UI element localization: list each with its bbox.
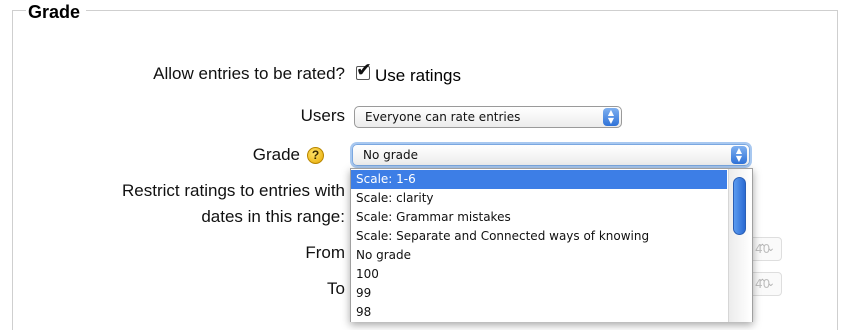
- grade-option[interactable]: Scale: Grammar mistakes: [351, 208, 727, 227]
- select-arrows-icon: ⌃⌄: [758, 278, 775, 289]
- grade-option[interactable]: 99: [351, 284, 727, 303]
- fieldset-legend: Grade: [26, 1, 87, 23]
- users-select[interactable]: Everyone can rate entries ▲ ▼: [354, 106, 622, 128]
- allow-ratings-label: Allow entries to be rated?: [153, 64, 345, 83]
- dropdown-scrollbar[interactable]: [728, 169, 751, 322]
- restrict-ratings-label-line2: dates in this range:: [201, 207, 345, 226]
- grade-select[interactable]: No grade ▲ ▼: [352, 144, 750, 166]
- grade-option[interactable]: Scale: 1-6: [351, 170, 727, 189]
- grade-option[interactable]: 100: [351, 265, 727, 284]
- grade-option[interactable]: Scale: Separate and Connected ways of kn…: [351, 227, 727, 246]
- checkmark-icon: ✔: [356, 59, 372, 81]
- select-arrows-icon: ▲ ▼: [731, 146, 747, 164]
- grade-option[interactable]: 98: [351, 303, 727, 322]
- grade-options: Scale: 1-6 Scale: clarity Scale: Grammar…: [351, 170, 727, 322]
- use-ratings-checkbox[interactable]: ✔: [356, 60, 372, 80]
- select-arrows-icon: ⌃⌄: [758, 243, 775, 254]
- grade-label: Grade: [252, 145, 300, 164]
- from-label: From: [305, 243, 345, 262]
- users-label: Users: [300, 106, 345, 125]
- grade-option[interactable]: Scale: clarity: [351, 189, 727, 208]
- scrollbar-thumb[interactable]: [733, 177, 746, 235]
- help-icon[interactable]: ?: [307, 147, 324, 164]
- grade-select-value: No grade: [363, 148, 419, 162]
- use-ratings-label[interactable]: Use ratings: [375, 66, 461, 86]
- restrict-ratings-label-line1: Restrict ratings to entries with: [122, 181, 345, 200]
- grade-dropdown-list[interactable]: Scale: 1-6 Scale: clarity Scale: Grammar…: [350, 168, 753, 322]
- select-arrows-icon: ▲ ▼: [603, 108, 619, 126]
- users-select-value: Everyone can rate entries: [365, 110, 521, 124]
- to-label: To: [327, 279, 345, 298]
- grade-option[interactable]: No grade: [351, 246, 727, 265]
